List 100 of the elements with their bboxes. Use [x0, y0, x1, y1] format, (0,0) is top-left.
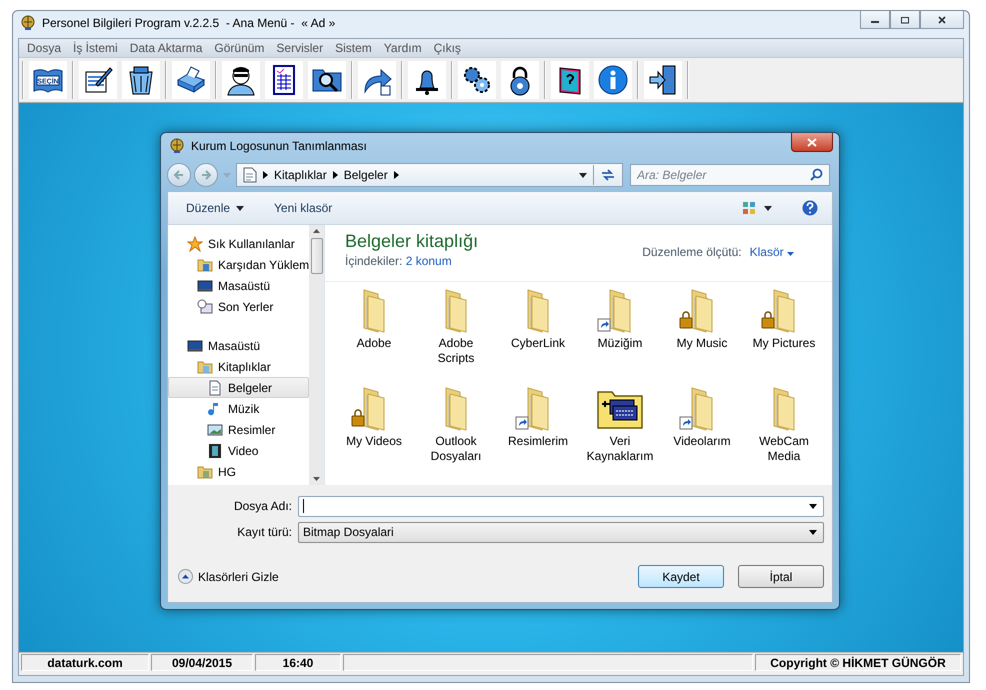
folder-item[interactable]: My Videos [333, 386, 415, 480]
help-icon[interactable] [802, 200, 818, 216]
caret-icon [787, 252, 794, 256]
command-button[interactable]: Yeni klasör [274, 201, 332, 215]
hide-folders-button[interactable]: Klasörleri Gizle [178, 569, 279, 584]
sidebar-item[interactable]: HG [168, 461, 309, 482]
folder-item[interactable]: Adobe [333, 288, 415, 382]
padlock-toolbar-button[interactable] [501, 61, 539, 99]
sidebar-item[interactable]: Müzik [168, 398, 309, 419]
folder-name: Adobe Scripts [436, 336, 476, 366]
breadcrumb-item[interactable]: Kitaplıklar [274, 168, 327, 182]
folder-item[interactable]: My Music [661, 288, 743, 382]
chevron-icon[interactable] [394, 171, 399, 179]
spreadsheet-toolbar-button[interactable] [265, 61, 303, 99]
sidebar-label: Masaüstü [208, 338, 260, 352]
trash-toolbar-button[interactable] [122, 61, 160, 99]
forward-arrow-icon [200, 169, 212, 181]
film-icon [207, 442, 223, 458]
scroll-down-icon[interactable] [313, 477, 320, 481]
back-arrow-icon [173, 169, 185, 181]
globe-icon [169, 138, 185, 154]
dialog-button[interactable]: Kaydet [638, 565, 724, 588]
sidebar-item[interactable]: Masaüstü [168, 335, 309, 356]
scroll-up-icon[interactable] [313, 229, 320, 233]
close-button[interactable] [791, 133, 833, 152]
dropdown-caret-icon[interactable] [579, 172, 587, 178]
close-button[interactable] [920, 11, 964, 29]
sidebar-item[interactable]: Belgeler [168, 377, 309, 398]
exit-door-toolbar-button[interactable] [644, 61, 682, 99]
document-icon [207, 380, 223, 396]
printer-toolbar-button[interactable] [172, 61, 210, 99]
folder-name: Outlook Dosyaları [430, 434, 482, 464]
folder-name: Adobe [356, 336, 392, 351]
menu-item[interactable]: Sistem [329, 41, 378, 55]
folder-item[interactable]: Müziğim [579, 288, 661, 382]
search-icon[interactable] [810, 168, 823, 181]
folder-item[interactable]: My Pictures [743, 288, 825, 382]
menu-item[interactable]: Çıkış [428, 41, 467, 55]
menu-item[interactable]: Servisler [270, 41, 330, 55]
folder-name: CyberLink [510, 336, 566, 351]
notebook-pen-toolbar-button[interactable] [79, 61, 117, 99]
chevron-icon[interactable] [332, 171, 338, 179]
refresh-icon[interactable] [600, 168, 616, 182]
menu-item[interactable]: Data Aktarma [124, 41, 208, 55]
folder-name: Resimlerim [508, 434, 568, 449]
contents-label: İçindekiler: [345, 254, 402, 268]
folder-item[interactable]: Outlook Dosyaları [415, 386, 497, 480]
folder-item[interactable]: Veri Kaynaklarım [579, 386, 661, 480]
filename-field[interactable] [298, 496, 824, 516]
locations-link[interactable]: 2 konum [406, 254, 452, 268]
gears-toolbar-button[interactable] [458, 61, 496, 99]
info-toolbar-button[interactable] [594, 61, 632, 99]
menu-item[interactable]: Dosya [21, 41, 68, 55]
sidebar-item[interactable]: Resimler [168, 419, 309, 440]
scrollbar[interactable] [309, 225, 324, 485]
dropdown-caret-icon [809, 530, 817, 534]
folder-magnifier-toolbar-button[interactable] [308, 61, 346, 99]
folder-name: Videolarım [673, 434, 731, 449]
command-button[interactable]: Düzenle [186, 201, 244, 215]
dropdown-caret-icon[interactable] [764, 206, 772, 210]
library-title: Belgeler kitaplığı [345, 231, 478, 252]
folder-item[interactable]: WebCam Media [743, 386, 825, 480]
sidebar-label: Masaüstü [218, 278, 270, 292]
help-book-toolbar-button[interactable] [551, 61, 589, 99]
maximize-button[interactable] [890, 11, 920, 29]
sidebar-item[interactable]: Kitaplıklar [168, 356, 309, 377]
sidebar-item[interactable]: Sık Kullanılanlar [168, 233, 309, 254]
folder-name: Müziğim [598, 336, 642, 351]
folder-name: My Music [676, 336, 728, 351]
menu-item[interactable]: Yardım [378, 41, 428, 55]
sidebar-item[interactable]: Masaüstü [168, 275, 309, 296]
minimize-button[interactable] [860, 11, 890, 29]
view-tiles-icon[interactable] [742, 201, 756, 215]
menu-item[interactable]: Görünüm [208, 41, 270, 55]
bell-toolbar-button[interactable] [408, 61, 446, 99]
curved-arrow-toolbar-button[interactable] [358, 61, 396, 99]
sidebar-item[interactable]: Son Yerler [168, 296, 309, 317]
sidebar-item[interactable]: Video [168, 440, 309, 461]
person-toolbar-button[interactable] [222, 61, 260, 99]
sidebar-label: Belgeler [228, 380, 272, 394]
scroll-thumb[interactable] [310, 238, 322, 274]
breadcrumb-item[interactable]: Belgeler [344, 168, 388, 182]
file-type-dropdown[interactable]: Bitmap Dosyalari [298, 522, 824, 542]
document-icon [243, 167, 257, 183]
address-bar[interactable]: Kitaplıklar Belgeler [236, 163, 623, 187]
dropdown-caret-icon[interactable] [809, 504, 817, 508]
arrange-label: Düzenleme ölçütü: [642, 245, 742, 259]
sidebar-item[interactable]: Karşıdan Yüklem [168, 254, 309, 275]
chevron-icon[interactable] [263, 171, 268, 179]
arrange-dropdown[interactable]: Klasör [750, 245, 794, 259]
sidebar-label: Video [228, 444, 258, 458]
menu-item[interactable]: İş İstemi [67, 41, 124, 55]
folder-item[interactable]: Adobe Scripts [415, 288, 497, 382]
library-folder-icon [197, 358, 213, 374]
folder-item[interactable]: CyberLink [497, 288, 579, 382]
folder-item[interactable]: Videolarım [661, 386, 743, 480]
folder-item[interactable]: Resimlerim [497, 386, 579, 480]
filename-label: Dosya Adı: [232, 499, 293, 513]
dialog-button[interactable]: İptal [738, 565, 824, 588]
folder-name: Veri Kaynaklarım [586, 434, 654, 464]
